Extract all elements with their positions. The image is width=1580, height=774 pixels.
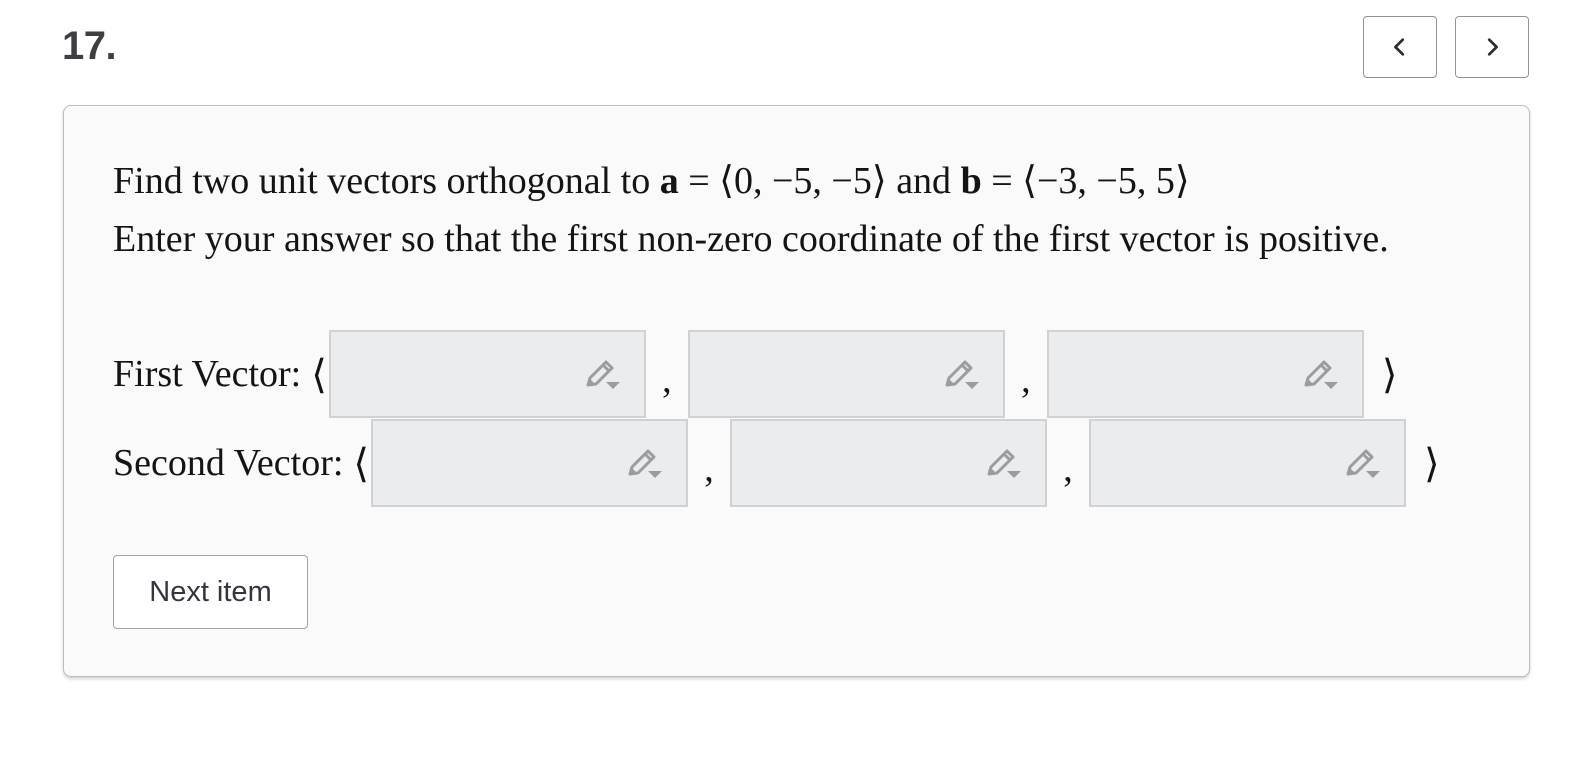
second-vector-row: Second Vector: ⟨ , , ⟩	[113, 419, 1440, 507]
question-intro: Find two unit vectors orthogonal to	[113, 160, 660, 202]
question-instruction: Enter your answer so that the first non-…	[113, 218, 1389, 260]
question-text: Find two unit vectors orthogonal to a = …	[113, 152, 1413, 268]
problem-number: 17.	[62, 24, 117, 68]
vector-a-symbol: a	[659, 160, 679, 202]
chevron-right-icon	[1487, 38, 1498, 56]
previous-problem-button[interactable]	[1363, 16, 1437, 78]
chevron-left-icon	[1394, 38, 1405, 56]
separator-comma: ,	[704, 448, 714, 490]
vector-a-value: = ⟨0, −5, −5⟩	[678, 160, 887, 202]
second-vector-label: Second Vector:	[113, 442, 344, 484]
first-vector-y-input[interactable]	[687, 330, 1005, 418]
vector-b-value: = ⟨−3, −5, 5⟩	[981, 160, 1190, 202]
question-card: Find two unit vectors orthogonal to a = …	[63, 105, 1530, 677]
pencil-dropdown-icon[interactable]	[1300, 358, 1340, 394]
open-angle-bracket: ⟨	[353, 440, 370, 486]
close-angle-bracket: ⟩	[1381, 351, 1398, 397]
pencil-dropdown-icon[interactable]	[1342, 447, 1382, 483]
close-angle-bracket: ⟩	[1424, 440, 1440, 486]
first-vector-row: First Vector: ⟨ , , ⟩	[113, 330, 1397, 418]
first-vector-label: First Vector:	[113, 353, 302, 395]
separator-comma: ,	[1063, 448, 1073, 490]
next-problem-button[interactable]	[1455, 16, 1529, 78]
separator-comma: ,	[1021, 359, 1031, 401]
first-vector-x-input[interactable]	[328, 330, 646, 418]
first-vector-z-input[interactable]	[1046, 330, 1364, 418]
second-vector-x-input[interactable]	[371, 419, 689, 507]
pencil-dropdown-icon[interactable]	[941, 358, 981, 394]
second-vector-y-input[interactable]	[730, 419, 1048, 507]
vector-b-symbol: b	[960, 160, 982, 202]
open-angle-bracket: ⟨	[311, 351, 327, 397]
second-vector-z-input[interactable]	[1089, 419, 1407, 507]
and-text: and	[886, 160, 961, 202]
next-item-button[interactable]: Next item	[113, 555, 308, 629]
pencil-dropdown-icon[interactable]	[582, 358, 622, 394]
pencil-dropdown-icon[interactable]	[983, 447, 1023, 483]
separator-comma: ,	[662, 359, 672, 401]
pencil-dropdown-icon[interactable]	[624, 447, 664, 483]
